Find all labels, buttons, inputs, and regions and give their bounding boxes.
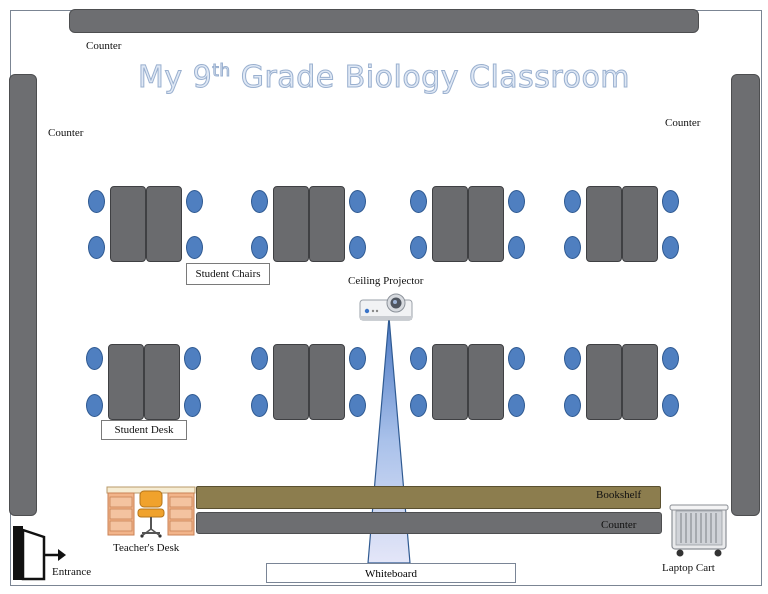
counter-right [731, 74, 760, 516]
student-desk [273, 186, 309, 262]
student-desk [110, 186, 146, 262]
student-chair [184, 347, 201, 370]
teachers-desk-label: Teacher's Desk [113, 542, 180, 554]
title-superscript: th [212, 61, 231, 82]
student-chair [349, 190, 366, 213]
projector-icon [359, 293, 413, 321]
counter-left [9, 74, 37, 516]
student-chair [508, 236, 525, 259]
student-chair [251, 190, 268, 213]
student-desk [468, 344, 504, 420]
student-desk [273, 344, 309, 420]
student-chair [86, 347, 103, 370]
student-chair [564, 394, 581, 417]
page-title: My 9th Grade Biology Classroom [0, 60, 768, 96]
counter-bottom [196, 512, 662, 534]
student-chair [564, 190, 581, 213]
student-chair [251, 236, 268, 259]
student-desk [108, 344, 144, 420]
counter-right-label: Counter [665, 117, 701, 129]
student-chair [662, 190, 679, 213]
student-chair [564, 236, 581, 259]
counter-top-label: Counter [86, 40, 122, 52]
student-desk [146, 186, 182, 262]
counter-top [69, 9, 699, 33]
student-desk [586, 344, 622, 420]
student-chair [508, 190, 525, 213]
ceiling-projector-label: Ceiling Projector [348, 275, 424, 287]
counter-left-label: Counter [48, 127, 84, 139]
student-desk [309, 186, 345, 262]
student-desk [432, 186, 468, 262]
student-desk [144, 344, 180, 420]
title-rest: Grade Biology Classroom [230, 60, 631, 96]
student-chair [88, 190, 105, 213]
student-desk [468, 186, 504, 262]
bookshelf-label: Bookshelf [596, 489, 642, 501]
student-chair [564, 347, 581, 370]
title-main: My 9 [137, 60, 213, 96]
student-chair [410, 236, 427, 259]
student-chair [251, 347, 268, 370]
student-chair [88, 236, 105, 259]
student-chair [508, 347, 525, 370]
student-chair [410, 190, 427, 213]
counter-bottom-label: Counter [601, 519, 637, 531]
student-desk [432, 344, 468, 420]
student-chair [86, 394, 103, 417]
teacher-desk-icon [106, 486, 196, 538]
student-desk [622, 186, 658, 262]
student-desk [622, 344, 658, 420]
classroom-diagram: Counter Counter Counter My 9th Grade Bio… [0, 0, 768, 594]
laptop-cart-label: Laptop Cart [662, 562, 715, 574]
student-chairs-label: Student Chairs [186, 263, 270, 285]
bookshelf [196, 486, 661, 509]
student-chair [251, 394, 268, 417]
whiteboard: Whiteboard [266, 563, 516, 583]
student-chair [349, 236, 366, 259]
entrance-label: Entrance [52, 566, 92, 578]
student-desk-label: Student Desk [101, 420, 187, 440]
student-desk [586, 186, 622, 262]
student-desk [309, 344, 345, 420]
student-chair [508, 394, 525, 417]
student-chair [184, 394, 201, 417]
student-chair [186, 190, 203, 213]
student-chair [186, 236, 203, 259]
laptop-cart-icon [669, 504, 729, 557]
student-chair [662, 236, 679, 259]
student-chair [662, 394, 679, 417]
student-chair [662, 347, 679, 370]
